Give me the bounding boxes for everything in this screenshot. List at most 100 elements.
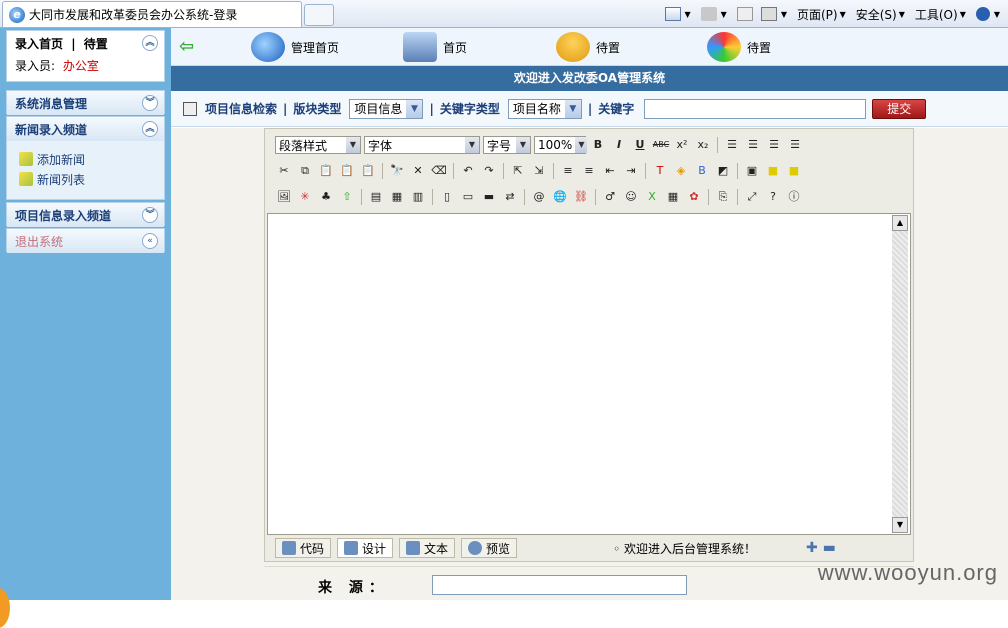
editor-content-area[interactable]: ▲ ▼ [267, 213, 911, 535]
sidebar-item-add-news[interactable]: 添加新闻 [7, 149, 164, 169]
print-button[interactable]: ▼ [761, 7, 791, 21]
expand-down-icon[interactable]: ︾ [142, 95, 158, 111]
tab-text[interactable]: 文本 [399, 538, 455, 558]
table-icon[interactable]: ▤ [367, 188, 385, 206]
tab-design[interactable]: 设计 [337, 538, 393, 558]
maximize-icon[interactable]: ⤢ [743, 188, 761, 206]
image-icon[interactable]: 🖼 [275, 188, 293, 206]
flash-icon[interactable]: ✳ [296, 188, 314, 206]
sidebar-section-header[interactable]: 新闻录入频道 ︽ [7, 117, 164, 141]
tab-preview[interactable]: 预览 [461, 538, 517, 558]
find-icon[interactable]: 🔭 [388, 162, 406, 180]
font-size-select[interactable]: 字号▼ [483, 136, 531, 154]
form-icon[interactable]: ▯ [438, 188, 456, 206]
collapse-up-icon[interactable]: ︽ [142, 35, 158, 51]
sidebar-section-messages[interactable]: 系统消息管理 ︾ [6, 90, 165, 114]
minus-icon[interactable]: ▬ [823, 540, 836, 556]
page-menu[interactable]: 页面(P)▼ [797, 6, 850, 23]
safety-menu[interactable]: 安全(S)▼ [856, 6, 909, 23]
frame-icon[interactable]: ▣ [743, 162, 761, 180]
layer-2-icon[interactable]: ■ [785, 162, 803, 180]
text-color-icon[interactable]: T [651, 162, 669, 180]
sidebar-item-news-list[interactable]: 新闻列表 [7, 169, 164, 189]
outdent-icon[interactable]: ⇤ [601, 162, 619, 180]
nav-item-admin-home[interactable]: 管理首页 [251, 32, 339, 62]
source-input[interactable] [432, 575, 687, 595]
excel-icon[interactable]: X [643, 188, 661, 206]
info-icon[interactable]: ⓘ [785, 188, 803, 206]
web-icon[interactable]: @ [530, 188, 548, 206]
tab-code[interactable]: 代码 [275, 538, 331, 558]
table-props-icon[interactable]: ▦ [388, 188, 406, 206]
paste-icon[interactable]: 📋 [317, 162, 335, 180]
strikethrough-icon[interactable]: ABC [652, 136, 670, 154]
copy-icon[interactable]: ⧉ [296, 162, 314, 180]
layer-icon[interactable]: ■ [764, 162, 782, 180]
bold-icon[interactable]: B [589, 136, 607, 154]
collapse-up-icon[interactable]: ︽ [142, 121, 158, 137]
sidebar-logout[interactable]: 退出系统 « [6, 228, 165, 252]
new-tab-button[interactable] [304, 4, 334, 26]
font-select[interactable]: 字体▼ [364, 136, 480, 154]
editor-scrollbar[interactable]: ▲ ▼ [892, 215, 908, 533]
unordered-list-icon[interactable]: ≡ [580, 162, 598, 180]
paste-word-icon[interactable]: 📋 [359, 162, 377, 180]
align-right-icon[interactable]: ☰ [765, 136, 783, 154]
back-arrow-icon[interactable]: ⇦ [179, 38, 194, 56]
media-icon[interactable]: ♣ [317, 188, 335, 206]
collapse-left-icon[interactable]: « [142, 233, 158, 249]
keyword-type-select[interactable]: 项目名称▼ [508, 99, 582, 119]
redo-icon[interactable]: ↷ [480, 162, 498, 180]
sidebar-section-project[interactable]: 项目信息录入频道 ︾ [6, 202, 165, 226]
unlink-icon[interactable]: ⛓ [572, 188, 590, 206]
select-none-icon[interactable]: ⇲ [530, 162, 548, 180]
cut-icon[interactable]: ✂ [275, 162, 293, 180]
keyword-input[interactable] [644, 99, 866, 119]
sidebar-pending-link[interactable]: 待置 [84, 37, 108, 51]
select-all-icon[interactable]: ⇱ [509, 162, 527, 180]
block-type-select[interactable]: 项目信息▼ [349, 99, 423, 119]
submit-button[interactable]: 提交 [872, 99, 926, 119]
scroll-down-icon[interactable]: ▼ [892, 517, 908, 533]
italic-icon[interactable]: I [610, 136, 628, 154]
browser-tab[interactable]: e 大同市发展和改革委员会办公系统-登录 [2, 1, 302, 27]
nav-item-pending-1[interactable]: 待置 [556, 32, 620, 62]
anchor-icon[interactable]: ✿ [685, 188, 703, 206]
tools-menu[interactable]: 工具(O)▼ [915, 6, 970, 23]
indent-icon[interactable]: ⇥ [622, 162, 640, 180]
emoticon-icon[interactable]: ☺ [622, 188, 640, 206]
marquee-icon[interactable]: ⇄ [501, 188, 519, 206]
nav-item-home[interactable]: 首页 [403, 32, 467, 62]
date-icon[interactable]: ▦ [664, 188, 682, 206]
paragraph-style-select[interactable]: 段落样式▼ [275, 136, 361, 154]
nav-item-pending-2[interactable]: 待置 [707, 32, 771, 62]
link-icon[interactable]: 🌐 [551, 188, 569, 206]
fill-icon[interactable]: ◩ [714, 162, 732, 180]
plus-icon[interactable]: ✚ [806, 540, 818, 556]
ordered-list-icon[interactable]: ≡ [559, 162, 577, 180]
align-justify-icon[interactable]: ☰ [786, 136, 804, 154]
superscript-icon[interactable]: x² [673, 136, 691, 154]
file-upload-icon[interactable]: ⇧ [338, 188, 356, 206]
align-center-icon[interactable]: ☰ [744, 136, 762, 154]
help-icon[interactable]: ? [764, 188, 782, 206]
eraser-icon[interactable]: ⌫ [430, 162, 448, 180]
hr-icon[interactable]: ▬ [480, 188, 498, 206]
bg-color-icon[interactable]: ◈ [672, 162, 690, 180]
paste-text-icon[interactable]: 📋 [338, 162, 356, 180]
scroll-up-icon[interactable]: ▲ [892, 215, 908, 231]
subscript-icon[interactable]: x₂ [694, 136, 712, 154]
expand-down-icon[interactable]: ︾ [142, 207, 158, 223]
align-left-icon[interactable]: ☰ [723, 136, 741, 154]
underline-icon[interactable]: U [631, 136, 649, 154]
sidebar-home-link[interactable]: 录入首页 [15, 37, 63, 51]
help-button[interactable]: ▼ [976, 7, 1004, 21]
home-button[interactable]: ▼ [665, 7, 695, 21]
zoom-select[interactable]: 100%▼ [534, 136, 586, 154]
border-color-icon[interactable]: B [693, 162, 711, 180]
mail-button[interactable] [737, 7, 755, 21]
special-char-icon[interactable]: ♂ [601, 188, 619, 206]
delete-icon[interactable]: ✕ [409, 162, 427, 180]
cell-icon[interactable]: ▥ [409, 188, 427, 206]
feeds-button[interactable]: ▼ [701, 7, 731, 21]
